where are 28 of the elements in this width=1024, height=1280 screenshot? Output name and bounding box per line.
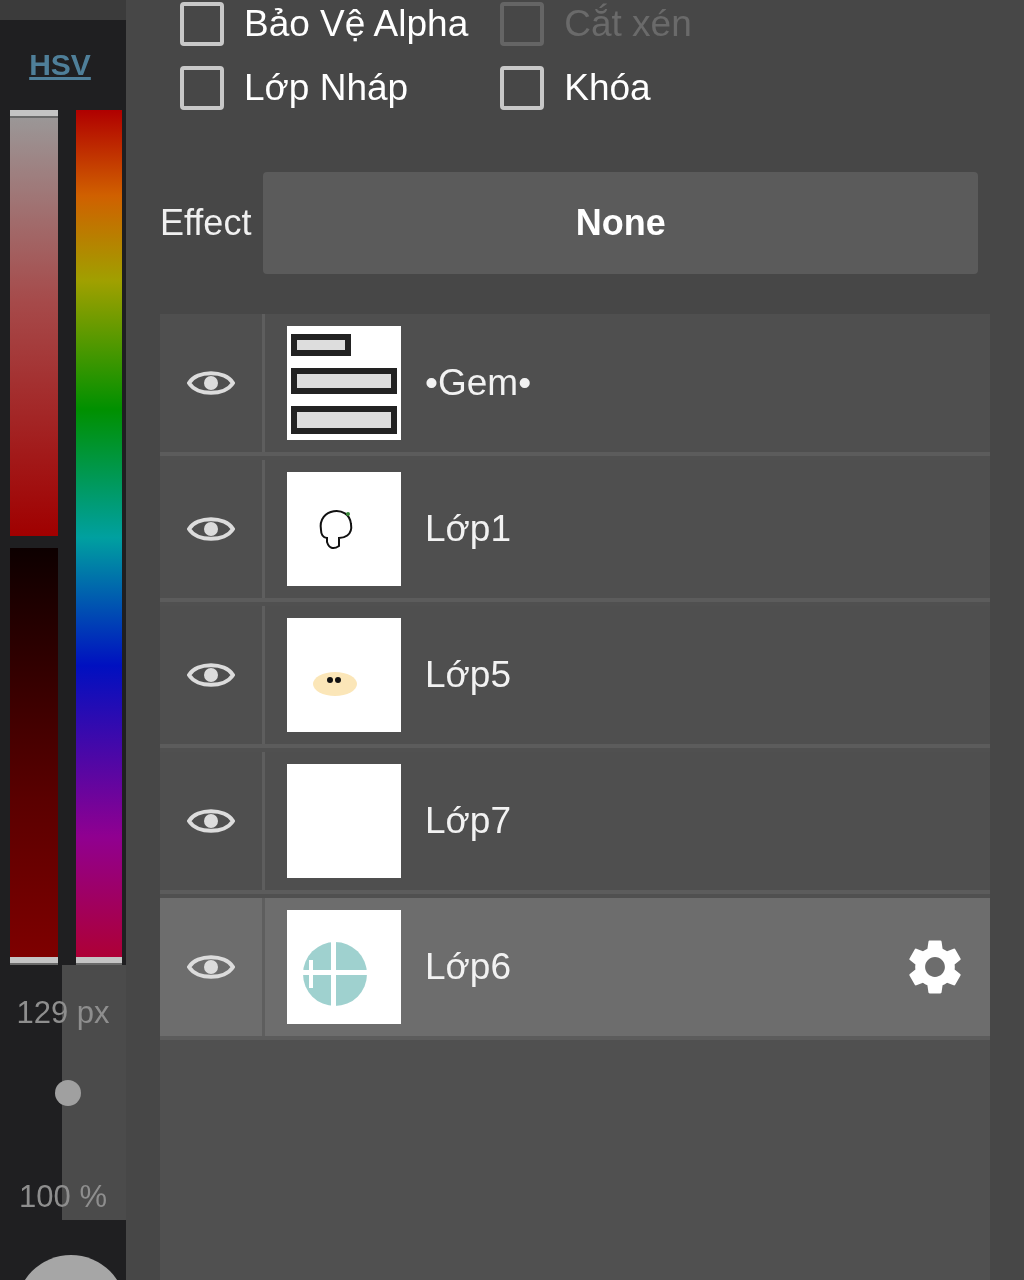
checkbox-label: Bảo Vệ Alpha (244, 3, 469, 45)
effect-label: Effect (160, 202, 252, 244)
checkbox-label: Lớp Nháp (244, 67, 409, 109)
layer-row[interactable]: Lớp1 (160, 460, 990, 602)
slider-thumb[interactable] (10, 110, 58, 118)
brush-size-value: 129 px (15, 995, 111, 1031)
value-slider[interactable] (10, 547, 58, 965)
layer-row[interactable]: Lớp7 (160, 752, 990, 894)
layer-row[interactable]: Lớp5 (160, 606, 990, 748)
color-mode-link[interactable]: HSV (29, 48, 91, 82)
opacity-value: 100 % (18, 1179, 108, 1215)
slider-thumb[interactable] (55, 1079, 81, 1106)
hue-slider[interactable] (76, 110, 122, 965)
layer-name: Lớp7 (425, 800, 512, 842)
layer-name: Lớp1 (425, 508, 512, 550)
saturation-slider[interactable] (10, 110, 58, 536)
layer-name: Lớp6 (425, 946, 512, 988)
slider-thumb[interactable] (10, 957, 58, 965)
layer-name: •Gem• (425, 362, 533, 404)
layer-row[interactable]: •Gem• (160, 314, 990, 456)
checkbox[interactable] (500, 66, 545, 110)
slider-thumb[interactable] (76, 957, 122, 965)
layer-name: Lớp5 (425, 654, 512, 696)
checkbox[interactable] (180, 66, 224, 110)
layer-row[interactable]: Lớp6 (160, 898, 990, 1040)
effect-dropdown[interactable]: None (263, 172, 978, 274)
checkbox-label: Khóa (564, 67, 651, 109)
checkbox[interactable] (180, 2, 224, 46)
